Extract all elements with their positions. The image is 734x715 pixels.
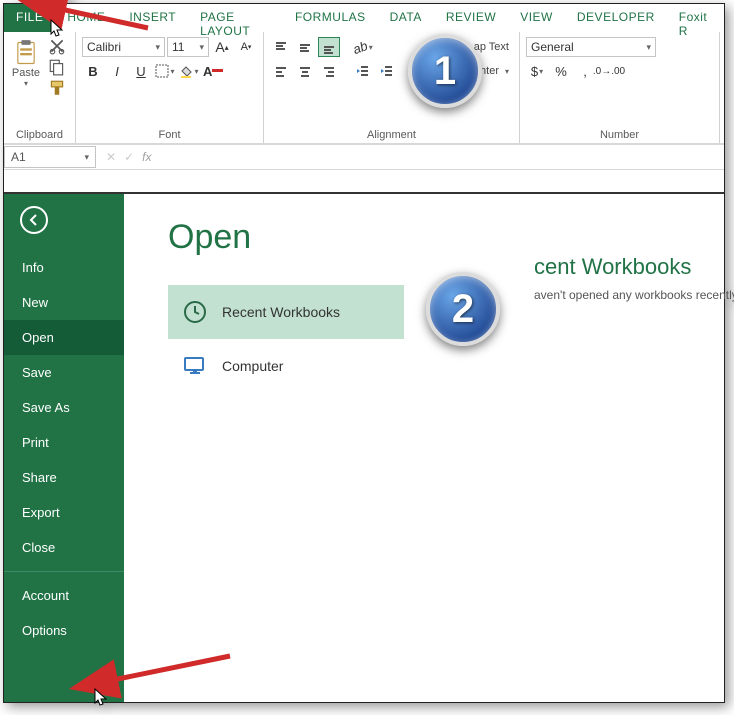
align-middle-icon xyxy=(298,40,312,54)
tab-developer[interactable]: DEVELOPER xyxy=(565,4,667,32)
red-arrow-2 xyxy=(90,646,240,696)
brush-icon xyxy=(48,79,66,97)
sidebar-item-export[interactable]: Export xyxy=(4,495,124,530)
source-label: Recent Workbooks xyxy=(222,304,340,320)
detail-pane: cent Workbooks aven't opened any workboo… xyxy=(534,254,734,302)
detail-body: aven't opened any workbooks recently. xyxy=(534,288,734,302)
indent-left-icon xyxy=(356,64,370,78)
border-icon xyxy=(155,64,169,78)
paste-icon xyxy=(12,39,40,67)
font-size-value: 11 xyxy=(172,40,184,54)
group-label-font: Font xyxy=(80,126,259,143)
callout-badge-1: 1 xyxy=(408,34,482,108)
bucket-icon xyxy=(179,64,193,78)
copy-button[interactable] xyxy=(48,58,66,76)
group-clipboard: Paste ▾ Clipboard xyxy=(4,32,76,143)
shrink-font-button[interactable]: A▾ xyxy=(235,37,257,57)
number-format-value: General xyxy=(531,40,574,54)
insert-function-button[interactable]: fx xyxy=(142,150,151,164)
font-name-value: Calibri xyxy=(87,40,121,54)
name-box[interactable]: A1▾ xyxy=(4,146,96,168)
tab-page-layout[interactable]: PAGE LAYOUT xyxy=(188,4,283,32)
italic-button[interactable]: I xyxy=(106,61,128,81)
wrap-label: ap Text xyxy=(474,41,509,53)
group-label-alignment: Alignment xyxy=(268,126,515,143)
back-button[interactable] xyxy=(20,206,48,234)
sidebar-item-new[interactable]: New xyxy=(4,285,124,320)
tab-view[interactable]: VIEW xyxy=(508,4,565,32)
bold-button[interactable]: B xyxy=(82,61,104,81)
group-font: Calibri▾ 11▾ A▴ A▾ B I U ▾ ▾ A xyxy=(76,32,264,143)
tab-review[interactable]: REVIEW xyxy=(434,4,508,32)
clock-icon xyxy=(182,299,208,325)
align-right-icon xyxy=(322,64,336,78)
underline-button[interactable]: U xyxy=(130,61,152,81)
align-top-button[interactable] xyxy=(270,37,292,57)
mouse-cursor-icon xyxy=(50,19,64,39)
align-middle-button[interactable] xyxy=(294,37,316,57)
align-left-button[interactable] xyxy=(270,61,292,81)
source-recent-workbooks[interactable]: Recent Workbooks xyxy=(168,285,404,339)
enter-formula-icon[interactable]: ✓ xyxy=(124,150,134,164)
source-computer[interactable]: Computer xyxy=(168,339,404,393)
name-box-value: A1 xyxy=(11,150,26,164)
indent-right-icon xyxy=(380,64,394,78)
sidebar-item-save-as[interactable]: Save As xyxy=(4,390,124,425)
group-label-clipboard: Clipboard xyxy=(8,126,71,143)
formula-bar: A1▾ ✕ ✓ fx xyxy=(4,144,724,170)
accounting-button[interactable]: $▾ xyxy=(526,61,548,81)
group-number: General▾ $▾ % , .0→.00 Number xyxy=(520,32,720,143)
page-title: Open xyxy=(168,218,724,257)
align-top-icon xyxy=(274,40,288,54)
fill-color-button[interactable]: ▾ xyxy=(178,61,200,81)
increase-indent-button[interactable] xyxy=(376,61,398,81)
source-label: Computer xyxy=(222,358,283,374)
align-left-icon xyxy=(274,64,288,78)
sidebar-item-info[interactable]: Info xyxy=(4,250,124,285)
sidebar-item-options[interactable]: Options xyxy=(4,613,124,648)
percent-button[interactable]: % xyxy=(550,61,572,81)
computer-icon xyxy=(182,353,208,379)
back-arrow-icon xyxy=(27,213,41,227)
align-bottom-button[interactable] xyxy=(318,37,340,57)
tab-formulas[interactable]: FORMULAS xyxy=(283,4,378,32)
callout-badge-2: 2 xyxy=(426,272,500,346)
detail-title: cent Workbooks xyxy=(534,254,734,280)
sidebar-item-account[interactable]: Account xyxy=(4,578,124,613)
sidebar-separator xyxy=(4,571,124,572)
align-center-button[interactable] xyxy=(294,61,316,81)
sidebar-item-close[interactable]: Close xyxy=(4,530,124,565)
decrease-indent-button[interactable] xyxy=(352,61,374,81)
format-painter-button[interactable] xyxy=(48,79,66,97)
align-center-icon xyxy=(298,64,312,78)
borders-button[interactable]: ▾ xyxy=(154,61,176,81)
sidebar-item-save[interactable]: Save xyxy=(4,355,124,390)
paste-button[interactable]: Paste ▾ xyxy=(8,35,44,88)
cancel-formula-icon[interactable]: ✕ xyxy=(106,150,116,164)
tab-data[interactable]: DATA xyxy=(378,4,434,32)
sidebar-item-share[interactable]: Share xyxy=(4,460,124,495)
copy-icon xyxy=(48,58,66,76)
tab-addin[interactable]: Foxit R xyxy=(667,4,724,32)
font-color-button[interactable]: A xyxy=(202,61,224,81)
align-right-button[interactable] xyxy=(318,61,340,81)
red-arrow-1 xyxy=(18,0,158,38)
grow-font-button[interactable]: A▴ xyxy=(211,37,233,57)
font-size-select[interactable]: 11▾ xyxy=(167,37,209,57)
orientation-button[interactable]: ab▾ xyxy=(352,37,374,57)
paste-label: Paste xyxy=(12,67,40,79)
increase-decimal-button[interactable]: .0→.00 xyxy=(598,61,620,81)
backstage-sidebar: Info New Open Save Save As Print Share E… xyxy=(4,194,124,702)
sidebar-item-print[interactable]: Print xyxy=(4,425,124,460)
number-format-select[interactable]: General▾ xyxy=(526,37,656,57)
group-label-number: Number xyxy=(524,126,715,143)
align-bottom-icon xyxy=(322,40,336,54)
sidebar-item-open[interactable]: Open xyxy=(4,320,124,355)
group-alignment: ab▾ ap Text erge & Center▾ xyxy=(264,32,520,143)
mouse-cursor-icon xyxy=(94,688,108,708)
